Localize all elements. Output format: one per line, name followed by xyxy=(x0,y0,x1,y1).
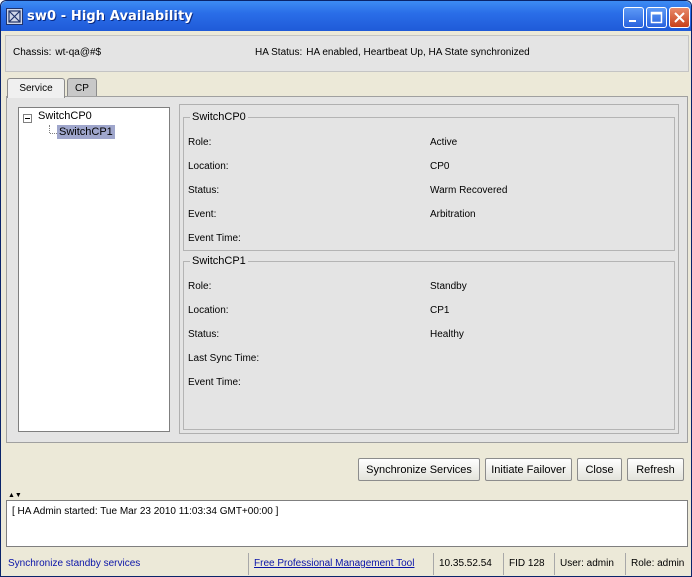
cp1-location-value: CP1 xyxy=(430,305,450,316)
initiate-failover-button[interactable]: Initiate Failover xyxy=(485,458,572,481)
cp0-event-time-label: Event Time: xyxy=(188,233,241,244)
cp0-event-label: Event: xyxy=(188,209,217,220)
ha-status-info: HA Status: HA enabled, Heartbeat Up, HA S… xyxy=(255,47,530,58)
window-title: sw0 - High Availability xyxy=(27,9,193,24)
ha-status-value: HA enabled, Heartbeat Up, HA State synch… xyxy=(306,47,530,58)
chassis-info: Chassis: wt-qa@#$ xyxy=(13,47,101,58)
management-tool-link[interactable]: Free Professional Management Tool xyxy=(254,558,414,569)
refresh-button[interactable]: Refresh xyxy=(627,458,684,481)
cp1-status-label: Status: xyxy=(188,329,220,340)
cp0-location-value: CP0 xyxy=(430,161,450,172)
cp0-role-label: Role: xyxy=(188,137,212,148)
cp1-event-time-label: Event Time: xyxy=(188,377,241,388)
switchcp0-group-title: SwitchCP0 xyxy=(192,111,246,123)
cp1-role-value: Standby xyxy=(430,281,467,292)
status-message: Synchronize standby services xyxy=(8,558,141,569)
minimize-icon xyxy=(629,20,636,22)
cp0-role-value: Active xyxy=(430,137,458,148)
tab-cp[interactable]: CP xyxy=(67,78,97,97)
maximize-button[interactable] xyxy=(646,7,667,28)
maximize-icon xyxy=(650,11,663,24)
close-icon xyxy=(674,12,685,23)
log-area[interactable]: [ HA Admin started: Tue Mar 23 2010 11:0… xyxy=(6,500,688,547)
tab-content: SwitchCP0 SwitchCP1 SwitchCP0 Role: Acti… xyxy=(6,96,688,443)
tree-connector xyxy=(49,125,50,133)
status-role: Role: admin xyxy=(625,553,691,575)
detail-panel: SwitchCP0 Role: Active Location: CP0 Sta… xyxy=(179,104,679,434)
tree-node-switchcp0[interactable]: SwitchCP0 xyxy=(38,110,92,122)
status-link-cell: Free Professional Management Tool xyxy=(248,553,429,575)
status-fid: FID 128 xyxy=(503,553,550,575)
status-ip: 10.35.52.54 xyxy=(433,553,499,575)
ha-status-label: HA Status: xyxy=(255,47,303,58)
cp0-location-label: Location: xyxy=(188,161,229,172)
tree-node-switchcp1[interactable]: SwitchCP1 xyxy=(57,125,115,139)
cp1-status-value: Healthy xyxy=(430,329,464,340)
log-entry: [ HA Admin started: Tue Mar 23 2010 11:0… xyxy=(12,506,279,517)
chassis-value: wt-qa@#$ xyxy=(55,47,102,58)
chassis-label: Chassis: xyxy=(13,47,52,58)
expand-collapse-icon[interactable]: ▲▼ xyxy=(8,492,22,499)
cp0-event-value: Arbitration xyxy=(430,209,476,220)
tree-connector xyxy=(50,133,57,134)
cp1-role-label: Role: xyxy=(188,281,212,292)
app-icon xyxy=(6,8,23,25)
status-bar: Synchronize standby services Free Profes… xyxy=(1,552,691,576)
close-window-button[interactable] xyxy=(669,7,690,28)
cp0-status-label: Status: xyxy=(188,185,220,196)
cp-tree[interactable]: SwitchCP0 SwitchCP1 xyxy=(18,107,170,432)
switchcp1-group: SwitchCP1 Role: Standby Location: CP1 St… xyxy=(183,255,675,430)
status-user: User: admin xyxy=(554,553,621,575)
title-bar[interactable]: sw0 - High Availability xyxy=(1,1,691,31)
cp1-last-sync-label: Last Sync Time: xyxy=(188,353,260,364)
minimize-button[interactable] xyxy=(623,7,644,28)
split-pane-divider[interactable]: ▲▼ xyxy=(6,492,688,499)
synchronize-services-button[interactable]: Synchronize Services xyxy=(358,458,480,481)
cp1-location-label: Location: xyxy=(188,305,229,316)
ha-window: sw0 - High Availability Chassis: wt-qa@#$… xyxy=(0,0,692,577)
tab-service[interactable]: Service xyxy=(7,78,65,98)
close-button[interactable]: Close xyxy=(577,458,622,481)
collapse-icon[interactable] xyxy=(23,114,32,123)
switchcp1-group-title: SwitchCP1 xyxy=(192,255,246,267)
switchcp0-group: SwitchCP0 Role: Active Location: CP0 Sta… xyxy=(183,111,675,251)
info-bar: Chassis: wt-qa@#$ HA Status: HA enabled, H… xyxy=(5,35,689,72)
cp0-status-value: Warm Recovered xyxy=(430,185,508,196)
